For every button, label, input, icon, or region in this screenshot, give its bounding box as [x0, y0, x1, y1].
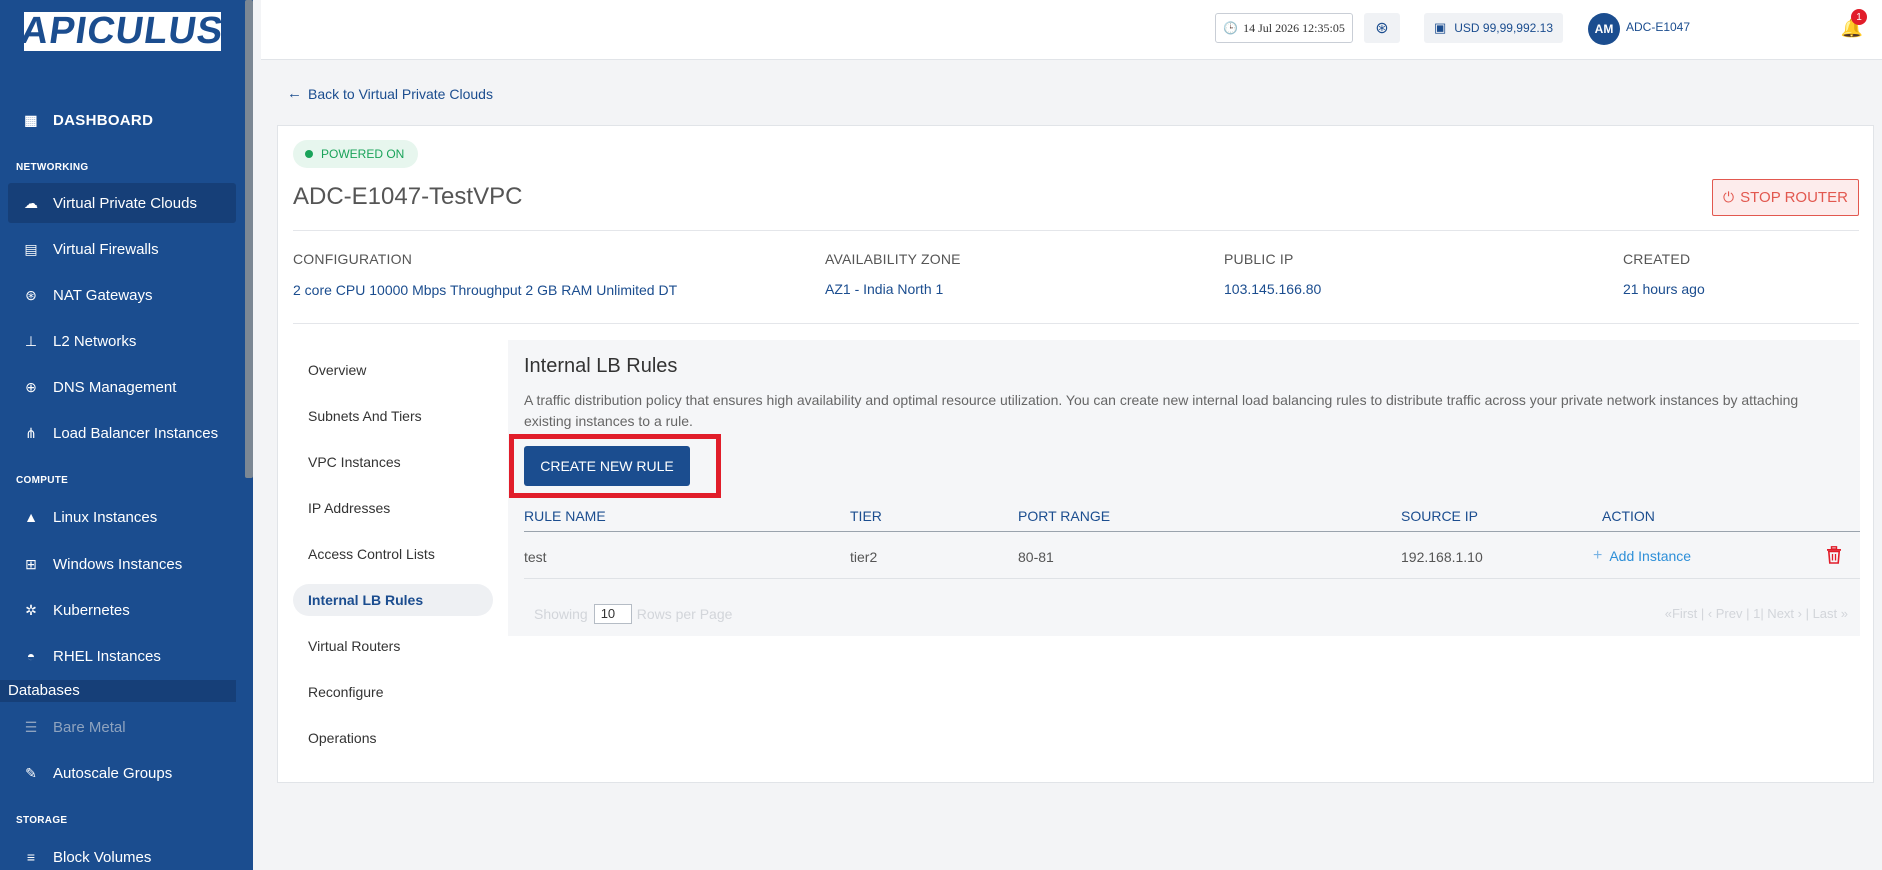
linux-icon: ▲ — [24, 509, 38, 525]
sidebar-item-kubernetes[interactable]: ✲ Kubernetes — [8, 590, 236, 630]
info-value-created: 21 hours ago — [1623, 281, 1705, 297]
table-header-divider — [524, 531, 1860, 532]
sidebar-item-autoscale-groups[interactable]: ✎ Autoscale Groups — [8, 753, 236, 793]
divider — [293, 230, 1859, 231]
sidebar-item-virtual-private-clouds[interactable]: ☁ Virtual Private Clouds — [8, 183, 236, 223]
cell-source-ip: 192.168.1.10 — [1401, 549, 1483, 565]
status-dot-icon — [305, 150, 313, 158]
divider — [293, 323, 1859, 324]
column-header-tier: TIER — [850, 508, 882, 524]
panel-description: A traffic distribution policy that ensur… — [524, 392, 1799, 429]
cloud-icon: ☁ — [24, 194, 38, 211]
load-balancer-icon: ⋔ — [25, 424, 37, 441]
top-bar: 🕒 14 Jul 2026 12:35:05 ⊛ ▣ USD 99,99,992… — [261, 0, 1882, 60]
windows-icon: ⊞ — [25, 555, 37, 572]
stop-router-button[interactable]: ⏻ STOP ROUTER — [1712, 179, 1859, 216]
section-title-compute: COMPUTE — [16, 475, 69, 486]
tab-ip-addresses[interactable]: IP Addresses — [293, 492, 493, 524]
pagination-nav[interactable]: «First | ‹ Prev | 1| Next › | Last » — [1665, 606, 1848, 621]
gateway-icon: ⊛ — [25, 286, 37, 303]
sidebar-item-nat-gateways[interactable]: ⊛ NAT Gateways — [8, 275, 236, 315]
sidebar: APICULUS ▦ DASHBOARD NETWORKING ☁ Virtua… — [0, 0, 253, 870]
sidebar-item-rhel-instances[interactable]: ◓ RHEL Instances — [8, 636, 236, 676]
tab-virtual-routers[interactable]: Virtual Routers — [293, 630, 493, 662]
volumes-icon: ≡ — [26, 849, 36, 865]
sidebar-item-bare-metal: ☰ Bare Metal — [8, 707, 236, 747]
logo-text: APICULUS — [18, 10, 227, 52]
sidebar-item-l2-networks[interactable]: ⊥ L2 Networks — [8, 321, 236, 361]
plus-icon: + — [1593, 547, 1603, 564]
column-header-action: ACTION — [1602, 508, 1655, 524]
page-title: ADC-E1047-TestVPC — [293, 183, 523, 210]
tab-reconfigure[interactable]: Reconfigure — [293, 676, 493, 708]
user-avatar[interactable]: AM — [1588, 13, 1620, 45]
support-button[interactable]: ⊛ — [1364, 13, 1400, 43]
section-title-networking: NETWORKING — [16, 162, 89, 173]
sidebar-item-dashboard[interactable]: ▦ DASHBOARD — [8, 100, 236, 140]
column-header-port-range: PORT RANGE — [1018, 508, 1111, 524]
sidebar-item-windows-instances[interactable]: ⊞ Windows Instances — [8, 544, 236, 584]
arrow-left-icon: ← — [287, 85, 302, 102]
delete-rule-icon[interactable] — [1826, 546, 1842, 564]
sidebar-item-virtual-firewalls[interactable]: ▤ Virtual Firewalls — [8, 229, 236, 269]
vpc-detail-card: POWERED ON ADC-E1047-TestVPC ⏻ STOP ROUT… — [277, 125, 1874, 783]
tab-operations[interactable]: Operations — [293, 722, 493, 754]
rhel-icon: ◓ — [26, 648, 36, 664]
lifebuoy-icon: ⊛ — [1375, 20, 1389, 37]
sidebar-item-dns-management[interactable]: ⊕ DNS Management — [8, 367, 236, 407]
sidebar-scrollbar[interactable] — [245, 0, 253, 478]
sidebar-item-linux-instances[interactable]: ▲ Linux Instances — [8, 497, 236, 537]
panel-title: Internal LB Rules — [524, 355, 678, 377]
notification-badge: 1 — [1851, 9, 1867, 25]
clock-icon: 🕒 — [1223, 20, 1239, 35]
status-badge: POWERED ON — [293, 140, 419, 168]
column-header-source-ip: SOURCE IP — [1401, 508, 1479, 524]
cell-port-range: 80-81 — [1018, 549, 1054, 565]
dashboard-grid-icon: ▦ — [24, 111, 38, 128]
cell-rule-name: test — [524, 549, 547, 565]
username[interactable]: ADC-E1047 — [1626, 20, 1690, 34]
info-label-configuration: CONFIGURATION — [293, 251, 413, 267]
info-value-public-ip: 103.145.166.80 — [1224, 281, 1322, 297]
cell-tier: tier2 — [850, 549, 878, 565]
create-new-rule-button[interactable]: CREATE NEW RULE — [524, 446, 690, 486]
trash-icon — [1827, 546, 1841, 564]
add-instance-link[interactable]: + Add Instance — [1593, 547, 1691, 565]
internal-lb-rules-panel: Internal LB Rules A traffic distribution… — [508, 340, 1860, 636]
kubernetes-icon: ✲ — [25, 601, 37, 618]
globe-icon: ⊕ — [25, 378, 37, 395]
tab-access-control-lists[interactable]: Access Control Lists — [293, 538, 493, 570]
info-label-availability-zone: AVAILABILITY ZONE — [825, 251, 961, 267]
datetime-display: 🕒 14 Jul 2026 12:35:05 — [1215, 13, 1353, 43]
wallet-icon: ▣ — [1433, 20, 1447, 35]
server-icon: ☰ — [24, 718, 38, 735]
tab-overview[interactable]: Overview — [293, 354, 493, 386]
autoscale-icon: ✎ — [25, 764, 37, 781]
info-label-created: CREATED — [1623, 251, 1691, 267]
network-icon: ⊥ — [24, 332, 38, 349]
sidebar-item-load-balancer-instances[interactable]: ⋔ Load Balancer Instances — [8, 413, 236, 453]
tab-vpc-instances[interactable]: VPC Instances — [293, 446, 493, 478]
section-title-storage: STORAGE — [16, 815, 68, 826]
back-link[interactable]: ← Back to Virtual Private Clouds — [287, 85, 493, 102]
info-value-configuration: 2 core CPU 10000 Mbps Throughput 2 GB RA… — [293, 282, 678, 298]
power-icon: ⏻ — [1723, 189, 1735, 205]
firewall-icon: ▤ — [24, 240, 38, 257]
pagination-size: Showing 10 Rows per Page — [534, 604, 733, 624]
tab-internal-lb-rules[interactable]: Internal LB Rules — [293, 584, 493, 616]
tab-subnets-and-tiers[interactable]: Subnets And Tiers — [293, 400, 493, 432]
sidebar-item-databases[interactable]: Databases — [0, 680, 236, 702]
apiculus-logo[interactable]: APICULUS — [19, 10, 227, 52]
info-value-availability-zone: AZ1 - India North 1 — [825, 281, 944, 297]
column-header-rule-name: RULE NAME — [524, 508, 606, 524]
table-row-divider — [524, 578, 1860, 579]
rows-per-page-input[interactable]: 10 — [593, 604, 632, 624]
wallet-balance-button[interactable]: ▣ USD 99,99,992.13 — [1424, 13, 1563, 43]
sidebar-item-block-volumes[interactable]: ≡ Block Volumes — [8, 837, 236, 870]
info-label-public-ip: PUBLIC IP — [1224, 251, 1294, 267]
